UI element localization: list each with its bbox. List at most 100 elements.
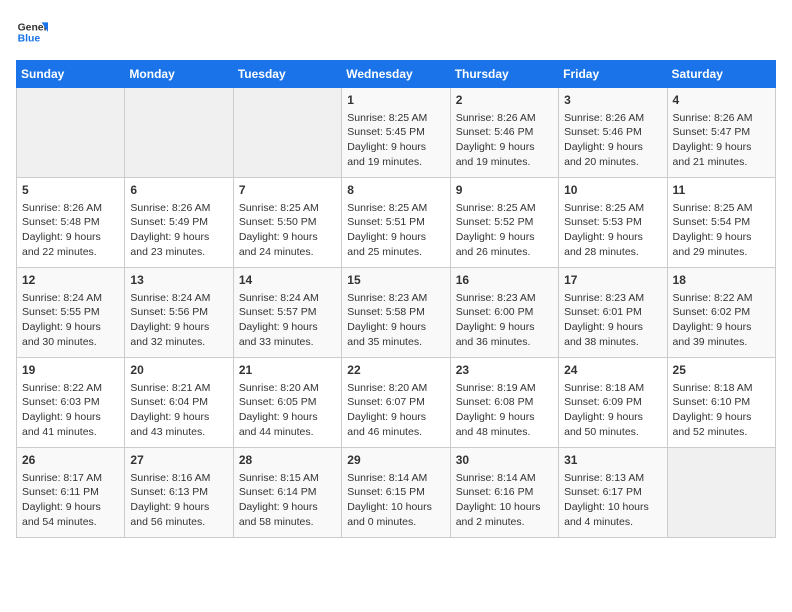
header-wednesday: Wednesday xyxy=(342,61,450,88)
week-row-2: 5Sunrise: 8:26 AM Sunset: 5:48 PM Daylig… xyxy=(17,178,776,268)
week-row-5: 26 Sunrise: 8:17 AM Sunset: 6:11 PM Dayli… xyxy=(17,448,776,538)
day-info: Sunrise: 8:14 AM Sunset: 6:16 PM Dayligh… xyxy=(456,471,553,530)
day-info: Sunrise: 8:25 AM Sunset: 5:53 PM Dayligh… xyxy=(564,201,661,260)
day-info: Sunrise: 8:22 AM Sunset: 6:03 PM Dayligh… xyxy=(22,381,119,440)
cell-week1-day6: 3 Sunrise: 8:26 AM Sunset: 5:46 PM Daylig… xyxy=(559,88,667,178)
day-number: 3 xyxy=(564,92,661,109)
cell-week4-day3: 21 Sunrise: 8:20 AM Sunset: 6:05 PM Dayli… xyxy=(233,358,341,448)
cell-week1-day3 xyxy=(233,88,341,178)
day-number: 26 xyxy=(22,452,119,469)
day-number: 2 xyxy=(456,92,553,109)
cell-week1-day2 xyxy=(125,88,233,178)
cell-week4-day6: 24 Sunrise: 8:18 AM Sunset: 6:09 PM Dayli… xyxy=(559,358,667,448)
day-number: 19 xyxy=(22,362,119,379)
cell-week2-day1: 5Sunrise: 8:26 AM Sunset: 5:48 PM Daylig… xyxy=(17,178,125,268)
day-number: 4 xyxy=(673,92,770,109)
header-sunday: Sunday xyxy=(17,61,125,88)
day-number: 6 xyxy=(130,182,227,199)
day-info: Sunrise: 8:25 AM Sunset: 5:51 PM Dayligh… xyxy=(347,201,444,260)
day-number: 10 xyxy=(564,182,661,199)
cell-week2-day5: 9Sunrise: 8:25 AM Sunset: 5:52 PM Daylig… xyxy=(450,178,558,268)
calendar-table: SundayMondayTuesdayWednesdayThursdayFrid… xyxy=(16,60,776,538)
day-info: Sunrise: 8:23 AM Sunset: 5:58 PM Dayligh… xyxy=(347,291,444,350)
cell-week4-day5: 23 Sunrise: 8:19 AM Sunset: 6:08 PM Dayli… xyxy=(450,358,558,448)
cell-week3-day5: 16 Sunrise: 8:23 AM Sunset: 6:00 PM Dayli… xyxy=(450,268,558,358)
week-row-4: 19 Sunrise: 8:22 AM Sunset: 6:03 PM Dayli… xyxy=(17,358,776,448)
cell-week5-day5: 30 Sunrise: 8:14 AM Sunset: 6:16 PM Dayli… xyxy=(450,448,558,538)
day-info: Sunrise: 8:20 AM Sunset: 6:05 PM Dayligh… xyxy=(239,381,336,440)
cell-week1-day5: 2 Sunrise: 8:26 AM Sunset: 5:46 PM Daylig… xyxy=(450,88,558,178)
day-info: Sunrise: 8:25 AM Sunset: 5:45 PM Dayligh… xyxy=(347,111,444,170)
day-number: 11 xyxy=(673,182,770,199)
day-number: 12 xyxy=(22,272,119,289)
day-info: Sunrise: 8:23 AM Sunset: 6:00 PM Dayligh… xyxy=(456,291,553,350)
cell-week4-day1: 19 Sunrise: 8:22 AM Sunset: 6:03 PM Dayli… xyxy=(17,358,125,448)
day-info: Sunrise: 8:24 AM Sunset: 5:56 PM Dayligh… xyxy=(130,291,227,350)
cell-week2-day3: 7Sunrise: 8:25 AM Sunset: 5:50 PM Daylig… xyxy=(233,178,341,268)
day-info: Sunrise: 8:25 AM Sunset: 5:54 PM Dayligh… xyxy=(673,201,770,260)
week-row-3: 12 Sunrise: 8:24 AM Sunset: 5:55 PM Dayli… xyxy=(17,268,776,358)
cell-week3-day7: 18 Sunrise: 8:22 AM Sunset: 6:02 PM Dayli… xyxy=(667,268,775,358)
logo: General Blue xyxy=(16,16,48,48)
cell-week5-day3: 28 Sunrise: 8:15 AM Sunset: 6:14 PM Dayli… xyxy=(233,448,341,538)
cell-week3-day3: 14 Sunrise: 8:24 AM Sunset: 5:57 PM Dayli… xyxy=(233,268,341,358)
week-row-1: 1 Sunrise: 8:25 AM Sunset: 5:45 PM Daylig… xyxy=(17,88,776,178)
day-number: 15 xyxy=(347,272,444,289)
cell-week4-day2: 20Sunrise: 8:21 AM Sunset: 6:04 PM Dayli… xyxy=(125,358,233,448)
day-info: Sunrise: 8:16 AM Sunset: 6:13 PM Dayligh… xyxy=(130,471,227,530)
day-info: Sunrise: 8:26 AM Sunset: 5:49 PM Dayligh… xyxy=(130,201,227,260)
day-number: 18 xyxy=(673,272,770,289)
cell-week3-day4: 15 Sunrise: 8:23 AM Sunset: 5:58 PM Dayli… xyxy=(342,268,450,358)
day-info: Sunrise: 8:26 AM Sunset: 5:46 PM Dayligh… xyxy=(456,111,553,170)
day-number: 14 xyxy=(239,272,336,289)
day-info: Sunrise: 8:24 AM Sunset: 5:57 PM Dayligh… xyxy=(239,291,336,350)
page-header: General Blue xyxy=(16,16,776,48)
day-number: 20 xyxy=(130,362,227,379)
day-number: 9 xyxy=(456,182,553,199)
cell-week5-day4: 29Sunrise: 8:14 AM Sunset: 6:15 PM Dayli… xyxy=(342,448,450,538)
day-number: 30 xyxy=(456,452,553,469)
day-number: 7 xyxy=(239,182,336,199)
day-info: Sunrise: 8:13 AM Sunset: 6:17 PM Dayligh… xyxy=(564,471,661,530)
days-header-row: SundayMondayTuesdayWednesdayThursdayFrid… xyxy=(17,61,776,88)
day-info: Sunrise: 8:22 AM Sunset: 6:02 PM Dayligh… xyxy=(673,291,770,350)
day-number: 27 xyxy=(130,452,227,469)
day-info: Sunrise: 8:17 AM Sunset: 6:11 PM Dayligh… xyxy=(22,471,119,530)
day-number: 17 xyxy=(564,272,661,289)
day-info: Sunrise: 8:19 AM Sunset: 6:08 PM Dayligh… xyxy=(456,381,553,440)
day-number: 22 xyxy=(347,362,444,379)
header-friday: Friday xyxy=(559,61,667,88)
day-info: Sunrise: 8:26 AM Sunset: 5:46 PM Dayligh… xyxy=(564,111,661,170)
day-info: Sunrise: 8:24 AM Sunset: 5:55 PM Dayligh… xyxy=(22,291,119,350)
day-number: 31 xyxy=(564,452,661,469)
day-number: 23 xyxy=(456,362,553,379)
day-number: 5 xyxy=(22,182,119,199)
cell-week1-day7: 4 Sunrise: 8:26 AM Sunset: 5:47 PM Daylig… xyxy=(667,88,775,178)
svg-text:Blue: Blue xyxy=(18,34,41,45)
day-number: 16 xyxy=(456,272,553,289)
cell-week2-day6: 10 Sunrise: 8:25 AM Sunset: 5:53 PM Dayli… xyxy=(559,178,667,268)
cell-week2-day2: 6 Sunrise: 8:26 AM Sunset: 5:49 PM Daylig… xyxy=(125,178,233,268)
cell-week4-day4: 22 Sunrise: 8:20 AM Sunset: 6:07 PM Dayli… xyxy=(342,358,450,448)
day-info: Sunrise: 8:14 AM Sunset: 6:15 PM Dayligh… xyxy=(347,471,444,530)
day-info: Sunrise: 8:26 AM Sunset: 5:47 PM Dayligh… xyxy=(673,111,770,170)
cell-week3-day6: 17 Sunrise: 8:23 AM Sunset: 6:01 PM Dayli… xyxy=(559,268,667,358)
day-number: 24 xyxy=(564,362,661,379)
cell-week1-day1 xyxy=(17,88,125,178)
cell-week3-day1: 12 Sunrise: 8:24 AM Sunset: 5:55 PM Dayli… xyxy=(17,268,125,358)
day-number: 28 xyxy=(239,452,336,469)
day-number: 25 xyxy=(673,362,770,379)
cell-week2-day7: 11 Sunrise: 8:25 AM Sunset: 5:54 PM Dayli… xyxy=(667,178,775,268)
cell-week3-day2: 13 Sunrise: 8:24 AM Sunset: 5:56 PM Dayli… xyxy=(125,268,233,358)
day-info: Sunrise: 8:18 AM Sunset: 6:09 PM Dayligh… xyxy=(564,381,661,440)
day-info: Sunrise: 8:20 AM Sunset: 6:07 PM Dayligh… xyxy=(347,381,444,440)
day-number: 8 xyxy=(347,182,444,199)
day-number: 1 xyxy=(347,92,444,109)
cell-week5-day2: 27 Sunrise: 8:16 AM Sunset: 6:13 PM Dayli… xyxy=(125,448,233,538)
header-tuesday: Tuesday xyxy=(233,61,341,88)
cell-week5-day1: 26 Sunrise: 8:17 AM Sunset: 6:11 PM Dayli… xyxy=(17,448,125,538)
day-number: 13 xyxy=(130,272,227,289)
day-number: 21 xyxy=(239,362,336,379)
day-info: Sunrise: 8:23 AM Sunset: 6:01 PM Dayligh… xyxy=(564,291,661,350)
day-info: Sunrise: 8:15 AM Sunset: 6:14 PM Dayligh… xyxy=(239,471,336,530)
